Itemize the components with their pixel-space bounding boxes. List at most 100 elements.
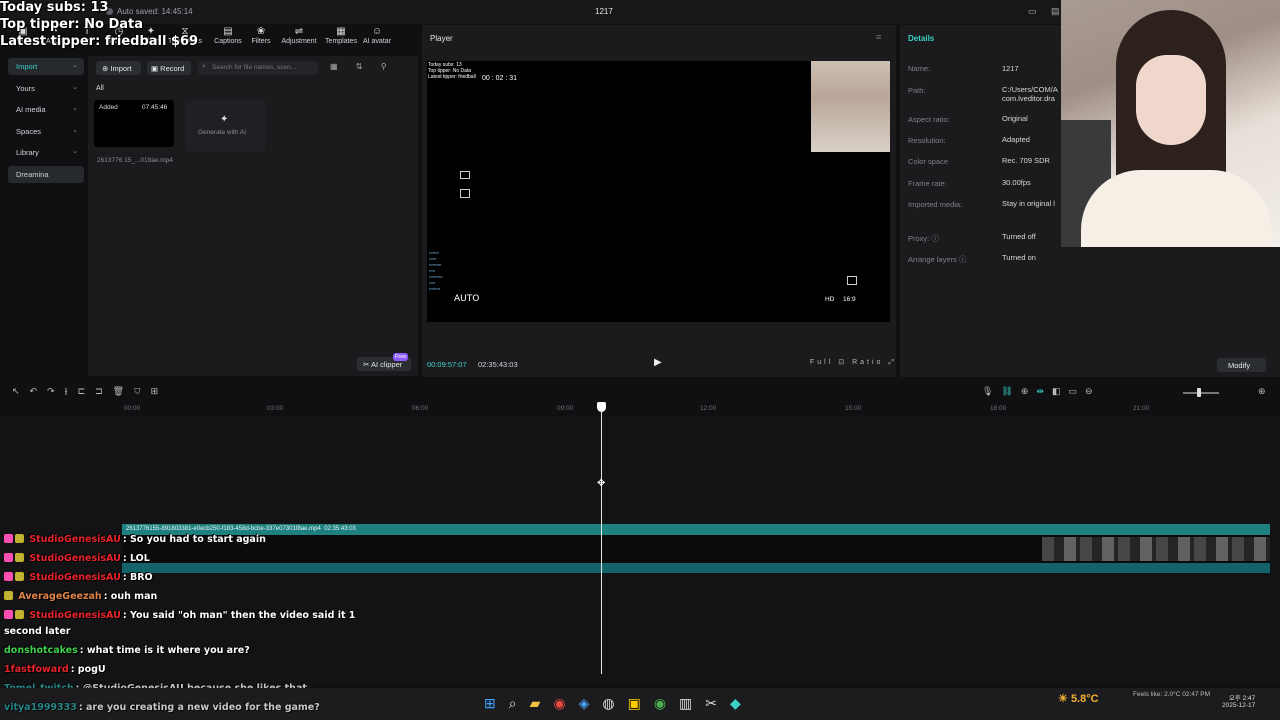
folder-icon[interactable]: ▰ [530,695,554,711]
app-icon[interactable]: ▣ [628,695,654,711]
split-icon[interactable]: ⫲ [65,386,78,396]
tab-ai-avatar[interactable]: ☺ AI avatar [354,26,400,45]
chat-message: StudioGenesisAU: LOL [4,553,150,564]
undo-icon[interactable]: ↶ [30,386,48,396]
preview-axis-icon[interactable]: ◧ [1052,386,1069,396]
auto-label: AUTO [454,294,480,304]
full-quality-button[interactable]: Full [810,359,833,366]
system-clock[interactable]: 오후 2:47 2025-12-17 [1222,692,1255,709]
screen-timer: 00 : 02 : 31 [482,75,518,82]
playhead-line[interactable] [601,410,602,674]
detail-value-name: 1217 [1002,64,1019,73]
zoom-out-icon[interactable]: ⊖ [1085,386,1101,396]
windows-start-icon[interactable]: ⊞ [484,695,509,711]
overlay-top-tipper: Top tipper: No Data [0,17,144,32]
snap-icon[interactable]: ⇹ [1036,386,1052,396]
menu-icon[interactable]: ≡ [876,32,881,42]
zoom-icon [847,276,857,285]
detail-value-resolution: Adapted [1002,135,1030,144]
crop-icon[interactable]: ⊞ [151,386,169,396]
sidebar-item-spaces[interactable]: Spaces ⌄ [8,123,84,140]
system-tray-info: Feels like: 2.0°C 02:47 PM [1133,691,1211,698]
chevron-down-icon: ⌄ [72,105,78,112]
microphone-icon[interactable]: 🎙 [982,386,1001,396]
sidebar-item-ai-media[interactable]: AI media ⌄ [8,101,84,118]
audio-waveform[interactable] [122,563,1270,573]
player-total-time: 02:35:43:03 [478,360,518,369]
detail-value-aspect: Original [1002,114,1028,123]
play-icon[interactable]: ▶ [654,357,662,368]
clip-filename: 2613776 15_...018ae.mp4 [97,157,173,164]
caption-icon[interactable]: ▭ [1068,386,1085,396]
project-title: 1217 [595,7,613,16]
app-icon[interactable]: ◈ [579,695,603,711]
detail-value-arrange[interactable]: Turned on [1002,253,1036,262]
chrome-icon[interactable]: ◉ [654,695,679,711]
screen-mini-chat: ▪▪▪▪▪▪▪▪ ▪▪▪▪▪▪ ▪▪▪▪▪▪▪▪▪▪ ▪▪▪▪▪ ▪▪▪▪▪▪▪▪▪▪▪… [429,251,443,291]
capcut-icon[interactable]: ✂ [705,695,730,711]
sidebar-item-import[interactable]: Import ⌄ [8,58,84,75]
trim-left-icon[interactable]: ⊏ [78,386,96,396]
video-clip-thumbnails [1042,537,1270,561]
timeline-zoom-handle[interactable] [1197,388,1201,397]
ruler-tick: 15:00 [845,405,862,412]
obs-icon[interactable]: ◍ [602,695,627,711]
move-cursor-icon: ✥ [597,478,606,489]
hd-label: HD [825,296,835,303]
chrome-icon[interactable]: ◉ [553,695,578,711]
detail-value-framerate: 30.00fps [1002,178,1031,187]
fullscreen-icon[interactable]: ⤢ [888,359,897,366]
record-icon: ▣ [151,64,161,73]
badge-icon [4,534,13,543]
crop-icon[interactable]: ⊡ [838,359,847,366]
media-filter-all[interactable]: All [96,85,104,92]
import-button[interactable]: ⊕ Import [96,61,141,75]
delete-icon[interactable]: 🗑 [113,386,134,396]
badge-icon [4,591,13,600]
overlay-latest-tipper: Latest tipper: friedball $69 [0,34,199,49]
detail-value-proxy[interactable]: Turned off [1002,232,1036,241]
link-icon[interactable]: ⛓ [1001,386,1020,396]
timeline-view-tools[interactable]: 🎙⛓⊕⇹◧▭⊖ [982,386,1101,397]
free-badge: Free [393,353,409,361]
modify-button[interactable]: Modify [1217,358,1266,372]
trim-right-icon[interactable]: ⊐ [95,386,113,396]
redo-icon[interactable]: ↷ [47,386,65,396]
video-clip-label: 2613776155-891803381-e0ecb250-f183-458d-… [126,526,356,532]
info-icon: ⓘ [958,255,967,264]
overlay-today-subs: Today subs: 13 [0,0,109,15]
badge-icon [4,572,13,581]
media-search-input[interactable]: ⌕ Search for file names, scen... [198,61,318,75]
clip-added-badge: Added [99,104,118,111]
timeline-edit-tools[interactable]: ↖↶↷⫲⊏⊐🗑⛉⊞ [12,386,168,397]
select-tool-icon[interactable]: ↖ [12,386,30,396]
sidebar-item-yours[interactable]: Yours ⌄ [8,80,84,97]
media-sidebar: Import ⌄ Yours ⌄ AI media ⌄ Spaces ⌄ Library… [8,58,84,187]
search-icon[interactable]: ⌕ [509,695,530,711]
timeline-ruler[interactable] [0,402,1280,416]
shield-icon[interactable]: ⛉ [134,386,150,396]
ruler-tick: 00:00 [124,405,141,412]
app-icon[interactable]: ◆ [730,695,754,711]
window-icon [460,171,470,179]
sidebar-item-dreamina[interactable]: Dreamina [8,165,84,183]
sidebar-item-library[interactable]: Library ⌄ [8,144,84,161]
tab-adjustment[interactable]: ⇌ Adjustment [276,26,322,45]
app-icon[interactable]: ▥ [679,695,705,711]
chat-message: AverageGeezah: ouh man [4,591,157,602]
media-view-controls[interactable]: ▦ ⇅ ⚲ [330,62,395,71]
zoom-fit-icon[interactable]: ⊕ [1258,386,1266,397]
detail-label-framerate: Frame rate: [908,179,947,188]
ruler-tick: 12:00 [700,405,717,412]
timeline-zoom-slider[interactable] [1183,392,1219,394]
magnet-icon[interactable]: ⊕ [1021,386,1037,396]
chat-message: vitya1999333: are you creating a new vid… [4,702,320,713]
player-tools[interactable]: Full ⊡ Ratio ⤢ [810,358,897,367]
taskbar-apps[interactable]: ⊞⌕▰◉◈◍▣◉▥✂◆ [484,695,754,712]
detail-value-path: C:/Users/COM/A [1002,85,1058,94]
record-button[interactable]: ▣ Record [147,61,191,75]
weather-widget[interactable]: ☀ 5.8°C [1058,692,1099,705]
ratio-button[interactable]: Ratio [852,359,883,366]
generate-with-ai-card[interactable] [185,100,265,152]
badge-icon [15,572,24,581]
